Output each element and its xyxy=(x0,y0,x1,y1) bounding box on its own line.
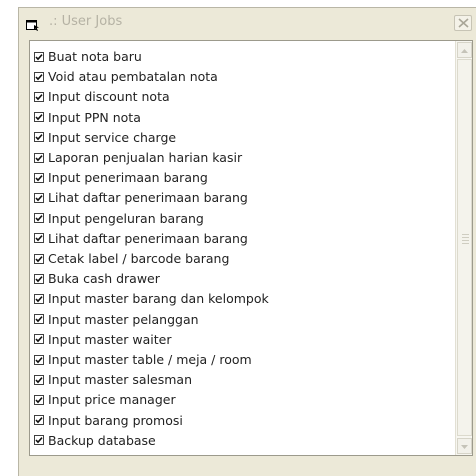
title-bar[interactable]: .: User Jobs xyxy=(19,8,476,36)
close-button[interactable] xyxy=(454,15,472,31)
list-item[interactable]: Input PPN nota xyxy=(34,108,141,127)
list-item[interactable]: Input master salesman xyxy=(34,370,192,389)
job-label: Input service charge xyxy=(48,129,177,145)
job-checkbox[interactable] xyxy=(34,314,44,325)
job-label: Input barang promosi xyxy=(48,412,183,428)
job-label: Input PPN nota xyxy=(48,109,141,125)
job-checkbox[interactable] xyxy=(34,293,44,304)
list-item[interactable]: Input master table / meja / room xyxy=(34,350,252,369)
window-title: .: User Jobs xyxy=(49,14,123,29)
job-checkbox[interactable] xyxy=(34,253,44,264)
scroll-up-button[interactable] xyxy=(457,42,472,58)
list-item[interactable]: Input pengeluran barang xyxy=(34,209,204,228)
scroll-thumb[interactable] xyxy=(457,59,472,436)
job-checkbox[interactable] xyxy=(34,415,44,426)
list-item[interactable]: Lihat daftar penerimaan barang xyxy=(34,188,248,207)
job-label: Buat nota baru xyxy=(48,49,142,64)
list-item[interactable]: Input barang promosi xyxy=(34,411,183,430)
list-item[interactable]: Buat nota baru xyxy=(34,47,142,66)
list-item[interactable]: Cetak label / barcode barang xyxy=(34,249,229,268)
job-checkbox[interactable] xyxy=(34,192,44,203)
job-checkbox[interactable] xyxy=(34,354,44,365)
list-item[interactable]: Input master barang dan kelompok xyxy=(34,289,269,308)
job-checkbox[interactable] xyxy=(34,374,44,385)
job-checkbox[interactable] xyxy=(34,334,44,345)
job-label: Buka cash drawer xyxy=(48,271,160,287)
arrow-down-icon xyxy=(461,445,468,449)
list-item[interactable]: Input master pelanggan xyxy=(34,310,199,329)
job-checkbox[interactable] xyxy=(34,435,44,446)
window-icon xyxy=(26,16,40,31)
job-label: Laporan penjualan harian kasir xyxy=(48,150,243,165)
list-item[interactable]: Lihat daftar penerimaan barang xyxy=(34,229,248,248)
job-label: Input master barang dan kelompok xyxy=(48,291,269,307)
job-label: Backup database xyxy=(48,432,156,448)
job-label: Input master waiter xyxy=(48,331,172,347)
list-item[interactable]: Laporan penjualan harian kasir xyxy=(34,148,242,167)
job-label: Input discount nota xyxy=(48,89,170,105)
job-checkbox[interactable] xyxy=(34,51,44,62)
job-label: Input penerimaan barang xyxy=(48,170,208,186)
job-label: Input pengeluran barang xyxy=(48,210,204,226)
job-label: Input master table / meja / room xyxy=(48,352,252,367)
job-label: Void atau pembatalan nota xyxy=(48,69,218,85)
thumb-grip xyxy=(462,240,469,241)
user-jobs-window: .: User Jobs Buat nota baru Void atau pem… xyxy=(18,7,476,476)
thumb-grip xyxy=(462,234,469,235)
job-checkbox[interactable] xyxy=(34,233,44,244)
job-checkbox[interactable] xyxy=(34,172,44,183)
job-label: Input price manager xyxy=(48,392,176,408)
job-label: Input master salesman xyxy=(48,372,193,388)
list-item[interactable]: Input price manager xyxy=(34,390,176,409)
list-item[interactable]: Void atau pembatalan nota xyxy=(34,67,218,86)
thumb-grip xyxy=(462,237,469,238)
vertical-scrollbar[interactable] xyxy=(455,41,472,455)
job-label: Cetak label / barcode barang xyxy=(48,251,230,266)
job-label: Input master pelanggan xyxy=(48,311,199,327)
list-item[interactable]: Backup database xyxy=(34,431,156,450)
list-item[interactable]: Input penerimaan barang xyxy=(34,168,208,187)
job-checkbox[interactable] xyxy=(34,132,44,143)
list-item[interactable]: Input discount nota xyxy=(34,87,170,106)
thumb-grip xyxy=(462,243,469,244)
job-checkbox[interactable] xyxy=(34,273,44,284)
list-item[interactable]: Input master waiter xyxy=(34,330,171,349)
close-icon xyxy=(458,18,469,28)
scroll-down-button[interactable] xyxy=(457,438,472,454)
list-item[interactable]: Input service charge xyxy=(34,128,176,147)
job-checkbox[interactable] xyxy=(34,91,44,102)
job-label: Lihat daftar penerimaan barang xyxy=(48,230,248,246)
list-item[interactable]: Buka cash drawer xyxy=(34,269,160,288)
job-checkbox[interactable] xyxy=(34,213,44,224)
job-label: Lihat daftar penerimaan barang xyxy=(48,190,248,206)
job-checkbox[interactable] xyxy=(34,112,44,123)
job-checkbox[interactable] xyxy=(34,152,44,163)
job-checkbox[interactable] xyxy=(34,394,44,405)
user-jobs-list[interactable]: Buat nota baru Void atau pembatalan nota I… xyxy=(29,40,473,456)
arrow-up-icon xyxy=(461,49,468,53)
job-checkbox[interactable] xyxy=(34,71,44,82)
